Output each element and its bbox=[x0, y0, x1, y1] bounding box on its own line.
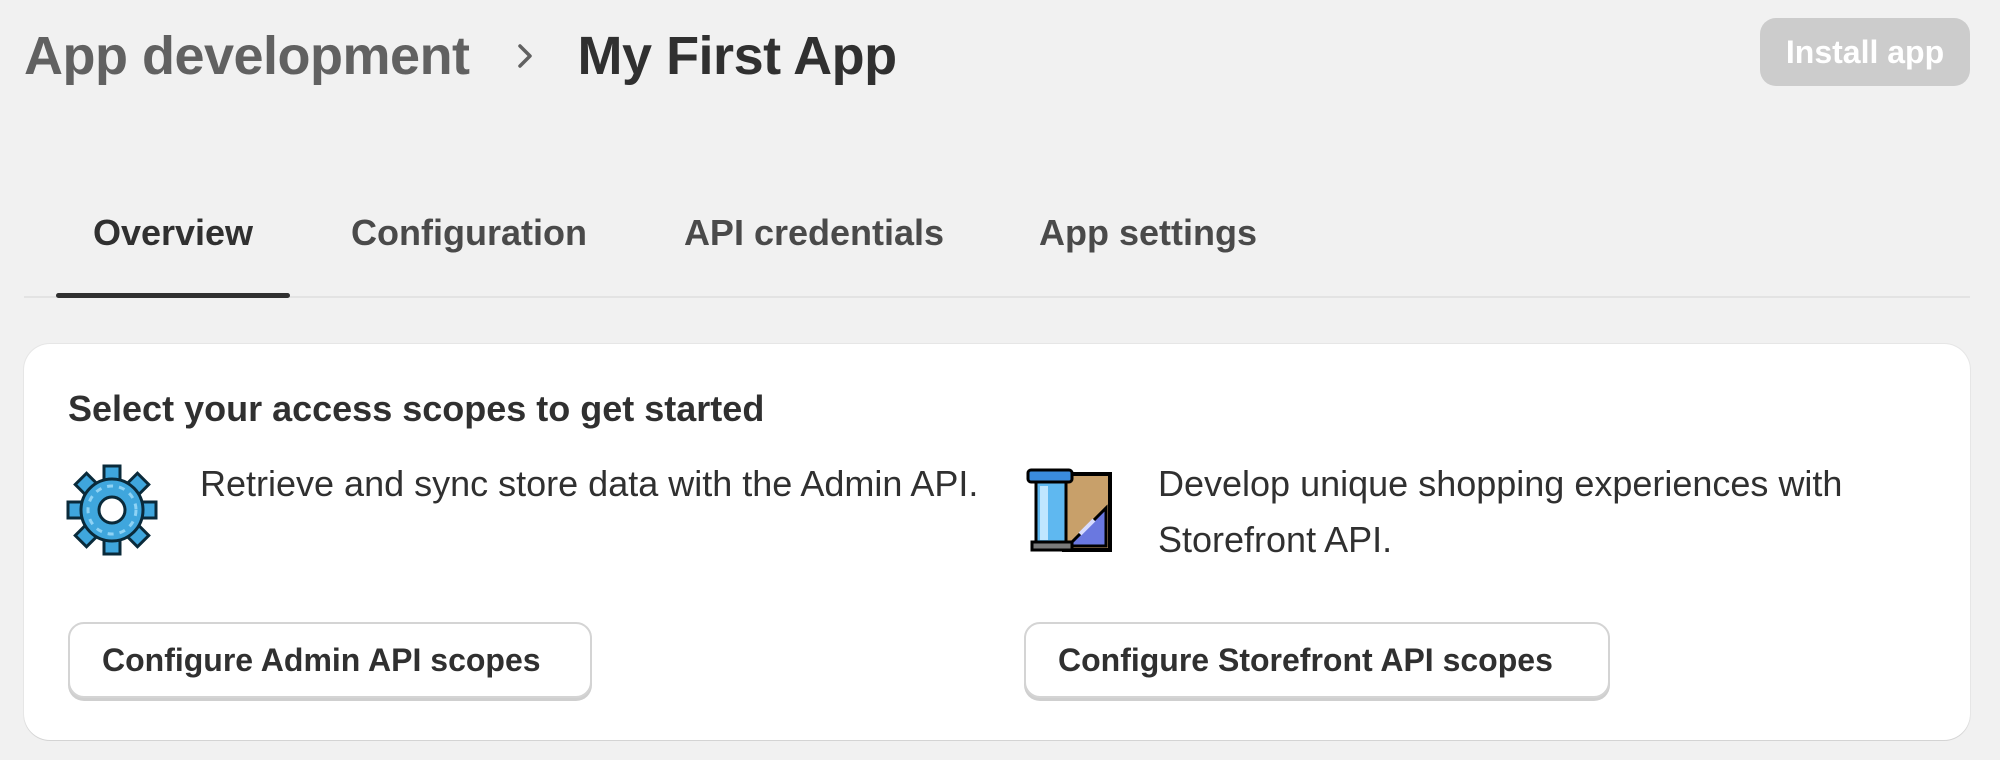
admin-api-description: Retrieve and sync store data with the Ad… bbox=[200, 463, 979, 504]
tab-app-settings[interactable]: App settings bbox=[1032, 196, 1264, 296]
admin-api-feature: Retrieve and sync store data with the Ad… bbox=[66, 463, 986, 556]
tab-configuration[interactable]: Configuration bbox=[346, 196, 592, 296]
access-scopes-card: Select your access scopes to get started bbox=[24, 344, 1970, 740]
chevron-right-icon bbox=[510, 41, 540, 71]
gear-icon bbox=[66, 464, 158, 556]
page-header: App development My First App Install app bbox=[24, 14, 1970, 98]
storefront-api-feature: Develop unique shopping experiences with… bbox=[1024, 463, 1954, 568]
storefront-icon bbox=[1024, 464, 1116, 556]
card-title: Select your access scopes to get started bbox=[68, 388, 765, 429]
storefront-api-description: Develop unique shopping experiences with… bbox=[1158, 463, 1843, 560]
tab-bar: Overview Configuration API credentials A… bbox=[24, 196, 1970, 298]
breadcrumb: App development My First App bbox=[24, 25, 897, 87]
breadcrumb-app-development[interactable]: App development bbox=[24, 25, 470, 87]
configure-storefront-api-scopes-button[interactable]: Configure Storefront API scopes bbox=[1024, 622, 1610, 698]
tab-api-credentials[interactable]: API credentials bbox=[678, 196, 950, 296]
configure-admin-api-scopes-button[interactable]: Configure Admin API scopes bbox=[68, 622, 592, 698]
install-app-button[interactable]: Install app bbox=[1760, 18, 1970, 86]
tab-overview[interactable]: Overview bbox=[56, 196, 290, 298]
page-title: My First App bbox=[577, 26, 898, 86]
